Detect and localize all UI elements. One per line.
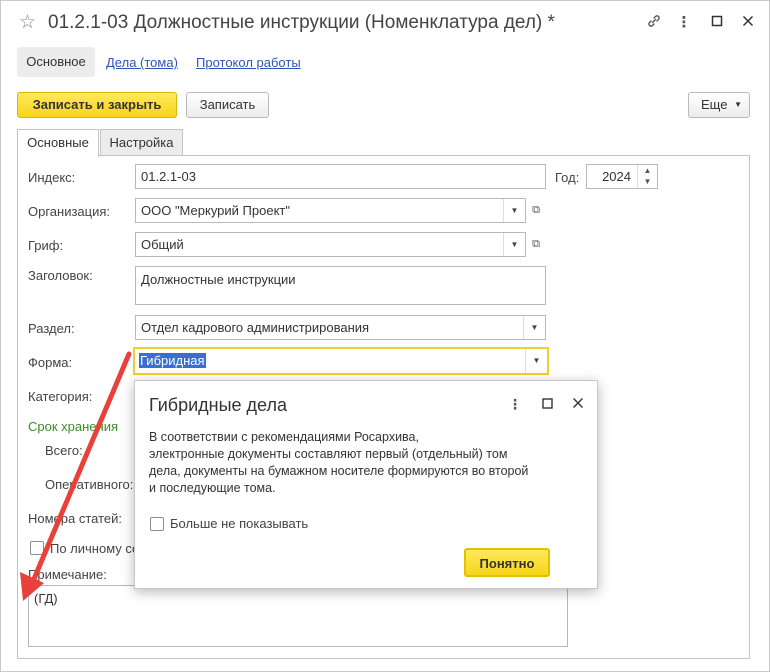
more-button[interactable]: Еще ▼	[688, 92, 750, 118]
heading-textarea[interactable]: Должностные инструкции	[135, 266, 546, 305]
dropdown-arrow-icon[interactable]: ▼	[525, 349, 547, 373]
note-textarea[interactable]: (ГД)	[28, 585, 568, 647]
maximize-icon[interactable]	[707, 13, 727, 33]
grif-label: Гриф:	[28, 238, 64, 253]
total-label: Всего:	[45, 443, 83, 458]
dropdown-arrow-icon[interactable]: ▼	[523, 316, 545, 339]
nav-link-protocol[interactable]: Протокол работы	[196, 55, 301, 70]
form-type-label: Форма:	[28, 355, 73, 370]
chevron-down-icon: ▼	[734, 100, 742, 109]
window-title: 01.2.1-03 Должностные инструкции (Номенк…	[48, 12, 555, 33]
note-label: Примечание:	[28, 567, 107, 582]
dialog-message-line: дела, документы на бумажном носителе фор…	[149, 464, 529, 478]
more-button-label: Еще	[701, 97, 728, 112]
index-input[interactable]: 01.2.1-03	[135, 164, 546, 189]
save-and-close-button[interactable]: Записать и закрыть	[17, 92, 177, 118]
form-type-value: Гибридная	[139, 353, 206, 368]
dropdown-arrow-icon[interactable]: ▼	[503, 199, 525, 222]
dont-show-again-label: Больше не показывать	[170, 516, 309, 531]
year-spinner[interactable]: ▲ ▼	[637, 165, 657, 188]
dialog-message-line: и последующие тома.	[149, 481, 276, 495]
tab-main[interactable]: Основные	[17, 129, 99, 157]
articles-label: Номера статей:	[28, 511, 123, 526]
open-link-icon[interactable]: ⧉	[526, 232, 546, 257]
open-link-icon[interactable]: ⧉	[526, 198, 546, 223]
dialog-message-line: электронные документы составляют первый …	[149, 447, 508, 461]
category-label: Категория:	[28, 389, 93, 404]
organization-value: ООО "Меркурий Проект"	[141, 203, 290, 218]
nav-link-cases[interactable]: Дела (тома)	[106, 55, 178, 70]
grif-select[interactable]: Общий ▼	[135, 232, 526, 257]
grif-value: Общий	[141, 237, 184, 252]
section-label: Раздел:	[28, 321, 75, 336]
title-bar: ☆ 01.2.1-03 Должностные инструкции (Номе…	[1, 1, 769, 45]
dialog-message-line: В соответствии с рекомендациями Росархив…	[149, 430, 419, 444]
document-window: ☆ 01.2.1-03 Должностные инструкции (Номе…	[0, 0, 770, 672]
organization-select[interactable]: ООО "Меркурий Проект" ▼	[135, 198, 526, 223]
year-value: 2024	[602, 169, 631, 184]
dropdown-arrow-icon[interactable]: ▼	[503, 233, 525, 256]
section-select[interactable]: Отдел кадрового администрирования ▼	[135, 315, 546, 340]
tab-settings[interactable]: Настройка	[100, 129, 183, 156]
year-label: Год:	[555, 170, 580, 185]
more-vert-icon[interactable]: ⋮	[506, 395, 524, 413]
dialog-message: В соответствии с рекомендациями Росархив…	[149, 429, 569, 497]
form-type-select[interactable]: Гибридная ▼	[133, 347, 549, 375]
dont-show-again-checkbox[interactable]	[150, 517, 164, 531]
close-icon[interactable]	[569, 395, 587, 413]
storage-period-label: Срок хранения	[28, 419, 118, 434]
organization-label: Организация:	[28, 204, 111, 219]
ok-button[interactable]: Понятно	[464, 548, 550, 577]
link-icon[interactable]	[644, 13, 664, 33]
nav-main[interactable]: Основное	[17, 47, 95, 77]
maximize-icon[interactable]	[538, 395, 556, 413]
section-value: Отдел кадрового администрирования	[141, 320, 370, 335]
close-icon[interactable]	[738, 13, 758, 33]
hybrid-cases-dialog: Гибридные дела ⋮ В соответствии с рекоме…	[134, 380, 598, 589]
operative-label: Оперативного:	[45, 477, 134, 492]
personal-checkbox-label: По личному со	[50, 541, 140, 556]
dialog-title: Гибридные дела	[149, 395, 287, 415]
year-input[interactable]: 2024 ▲ ▼	[586, 164, 658, 189]
favorite-star-icon[interactable]: ☆	[19, 13, 36, 33]
heading-label: Заголовок:	[28, 268, 93, 283]
index-label: Индекс:	[28, 170, 76, 185]
save-button[interactable]: Записать	[186, 92, 269, 118]
more-vert-icon[interactable]: ⋮	[674, 13, 694, 33]
personal-checkbox[interactable]	[30, 541, 44, 555]
